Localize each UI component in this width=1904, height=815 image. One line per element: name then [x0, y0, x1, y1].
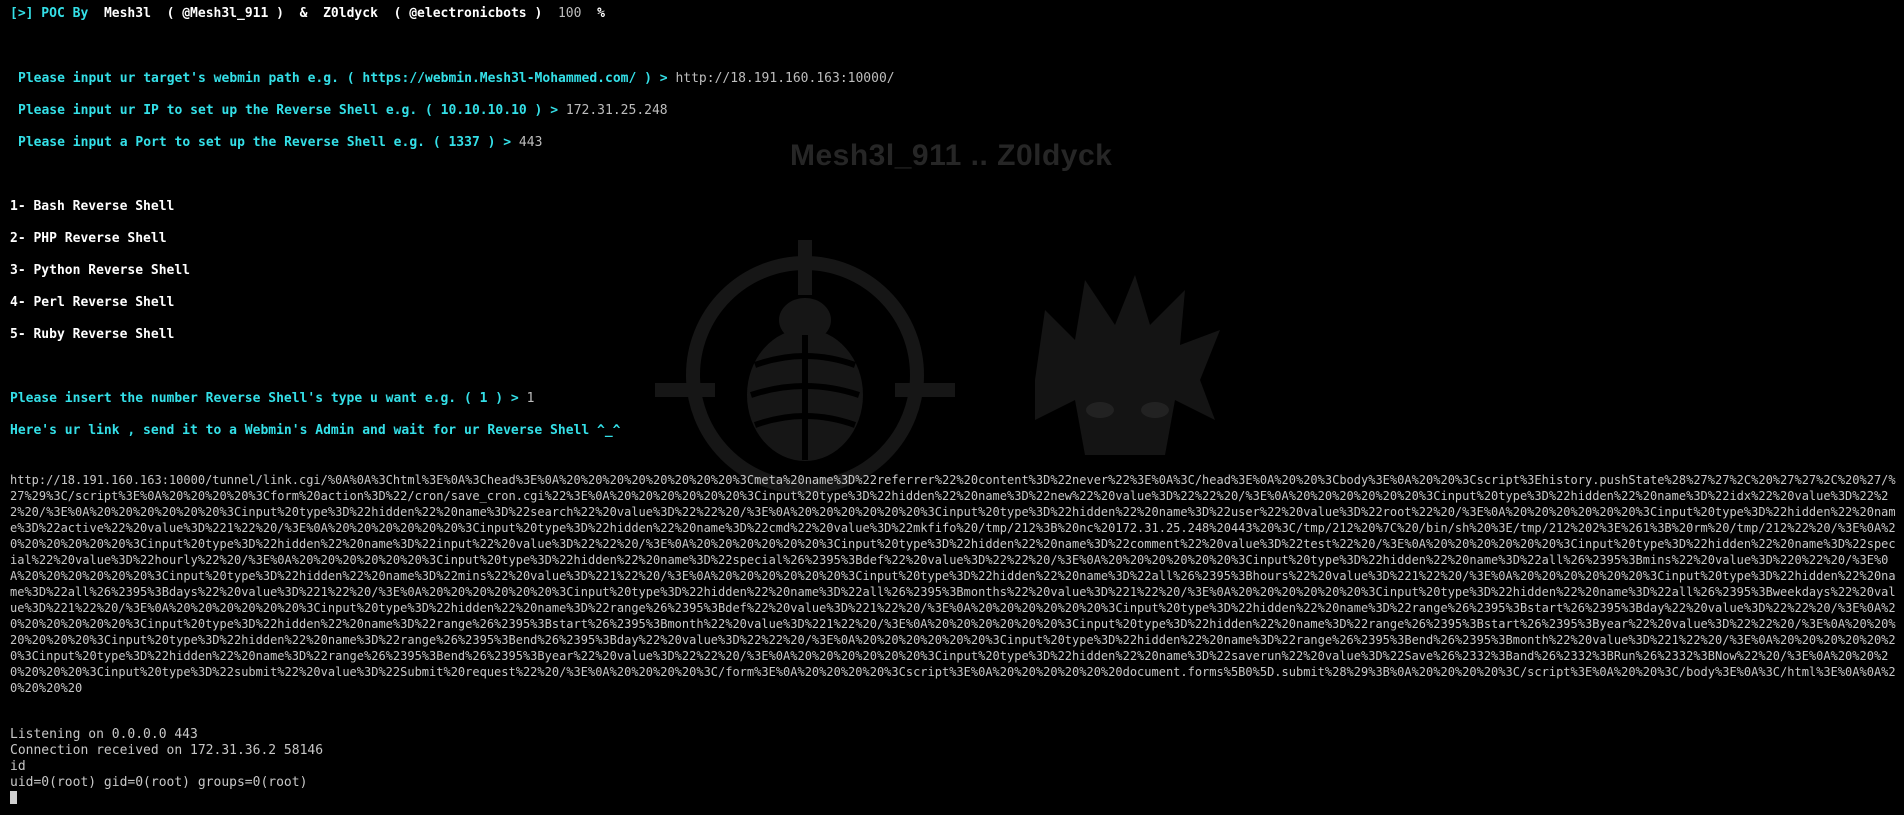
poc-banner: [>] POC By Mesh3l ( @Mesh3l_911 ) & Z0ld… [10, 6, 605, 22]
output-line: Connection received on 172.31.36.2 58146 [10, 743, 324, 758]
banner-handle2: ( @electronicbots ) [393, 6, 543, 21]
menu-item: 5- Ruby Reverse Shell [10, 327, 175, 342]
prompt-label: Please insert the number Reverse Shell's… [10, 391, 519, 406]
output-line: uid=0(root) gid=0(root) groups=0(root) [10, 775, 308, 790]
anime-avatar-icon [1035, 275, 1220, 455]
prompt-label: Please input a Port to set up the Revers… [18, 135, 512, 150]
output-line: id [10, 759, 26, 774]
banner-score: 100 [557, 6, 582, 21]
banner-author1: Mesh3l [103, 6, 151, 21]
prompt-shell-type: Please insert the number Reverse Shell's… [10, 391, 534, 407]
menu-item: 3- Python Reverse Shell [10, 263, 191, 278]
banner-amp: & [299, 6, 308, 21]
prompt-port: Please input a Port to set up the Revers… [18, 135, 542, 151]
prompt-value: 172.31.25.248 [565, 103, 668, 118]
cursor-block [10, 791, 17, 804]
terminal-window[interactable]: Mesh3l_911 .. Z0ldyck [>] POC By Mesh3l … [0, 0, 1904, 815]
prompt-label: Please input ur IP to set up the Reverse… [18, 103, 559, 118]
menu-item: 4- Perl Reverse Shell [10, 295, 175, 310]
banner-pct: % [597, 6, 605, 21]
prompt-webmin-path: Please input ur target's webmin path e.g… [18, 71, 895, 87]
prompt-ip: Please input ur IP to set up the Reverse… [18, 103, 668, 119]
watermark-text: Mesh3l_911 .. Z0ldyck [790, 139, 1113, 172]
prompt-value: http://18.191.160.163:10000/ [675, 71, 895, 86]
banner-prefix: [>] POC By [10, 6, 89, 21]
prompt-value: 1 [526, 391, 535, 406]
banner-handle1: ( @Mesh3l_911 ) [166, 6, 284, 21]
prompt-label: Please input ur target's webmin path e.g… [18, 71, 668, 86]
prompt-value: 443 [518, 135, 543, 150]
link-notice: Here's ur link , send it to a Webmin's A… [10, 423, 621, 438]
output-line: Listening on 0.0.0.0 443 [10, 727, 198, 742]
banner-author2: Z0ldyck [323, 6, 378, 21]
menu-item: 2- PHP Reverse Shell [10, 231, 167, 246]
target-logo-icon [655, 240, 955, 494]
text-cursor[interactable] [10, 791, 17, 807]
exploit-link[interactable]: http://18.191.160.163:10000/tunnel/link.… [10, 472, 1896, 696]
menu-item: 1- Bash Reverse Shell [10, 199, 175, 214]
